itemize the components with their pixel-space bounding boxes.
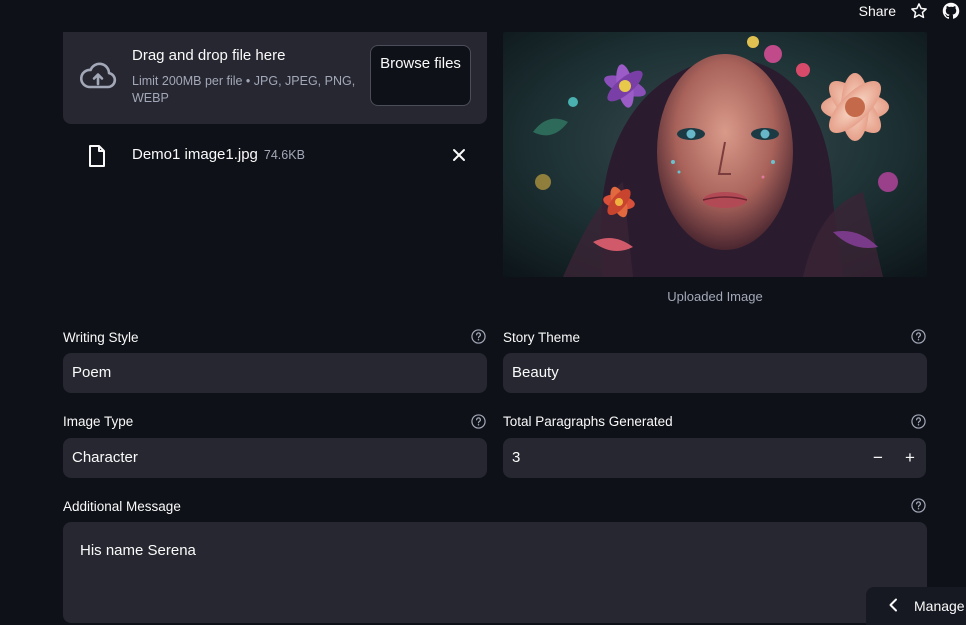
file-size: 74.6KB [263,148,305,162]
help-icon[interactable] [911,329,926,344]
file-name: Demo1 image1.jpg 74.6KB [132,146,305,163]
help-icon[interactable] [911,498,926,513]
github-icon[interactable] [942,2,960,20]
total-paragraphs-value[interactable]: 3 [512,449,520,466]
image-type-select[interactable]: Character [63,438,487,478]
chevron-left-icon [888,598,898,615]
file-dropzone[interactable]: Drag and drop file here Limit 200MB per … [63,32,487,124]
image-type-label: Image Type [63,414,134,429]
help-icon[interactable] [911,414,926,429]
uploaded-image [503,32,927,277]
dropzone-limit-text: Limit 200MB per file • JPG, JPEG, PNG, W… [132,74,356,105]
manage-app-button[interactable]: Manage [866,587,966,625]
remove-file-close-icon[interactable] [451,147,467,163]
share-button[interactable]: Share [859,3,896,19]
increment-button[interactable]: + [895,438,925,478]
additional-message-textarea[interactable]: His name Serena [63,522,927,623]
help-icon[interactable] [471,414,486,429]
browse-files-button[interactable]: Browse files [370,45,471,106]
dropzone-title: Drag and drop file here [132,47,286,64]
file-icon [87,144,107,168]
writing-style-label: Writing Style [63,330,139,345]
help-icon[interactable] [471,329,486,344]
additional-message-label: Additional Message [63,499,181,514]
cloud-upload-icon [79,60,117,92]
story-theme-label: Story Theme [503,330,581,345]
decrement-button[interactable]: − [863,438,893,478]
total-paragraphs-label: Total Paragraphs Generated [503,414,673,429]
uploaded-file-row: Demo1 image1.jpg 74.6KB [63,140,487,170]
writing-style-select[interactable]: Poem [63,353,487,393]
total-paragraphs-stepper[interactable]: 3 − + [503,438,926,478]
star-icon[interactable] [910,2,928,20]
story-theme-select[interactable]: Beauty [503,353,927,393]
image-caption: Uploaded Image [667,289,763,304]
top-bar: Share [859,0,966,22]
manage-label: Manage [914,598,965,614]
